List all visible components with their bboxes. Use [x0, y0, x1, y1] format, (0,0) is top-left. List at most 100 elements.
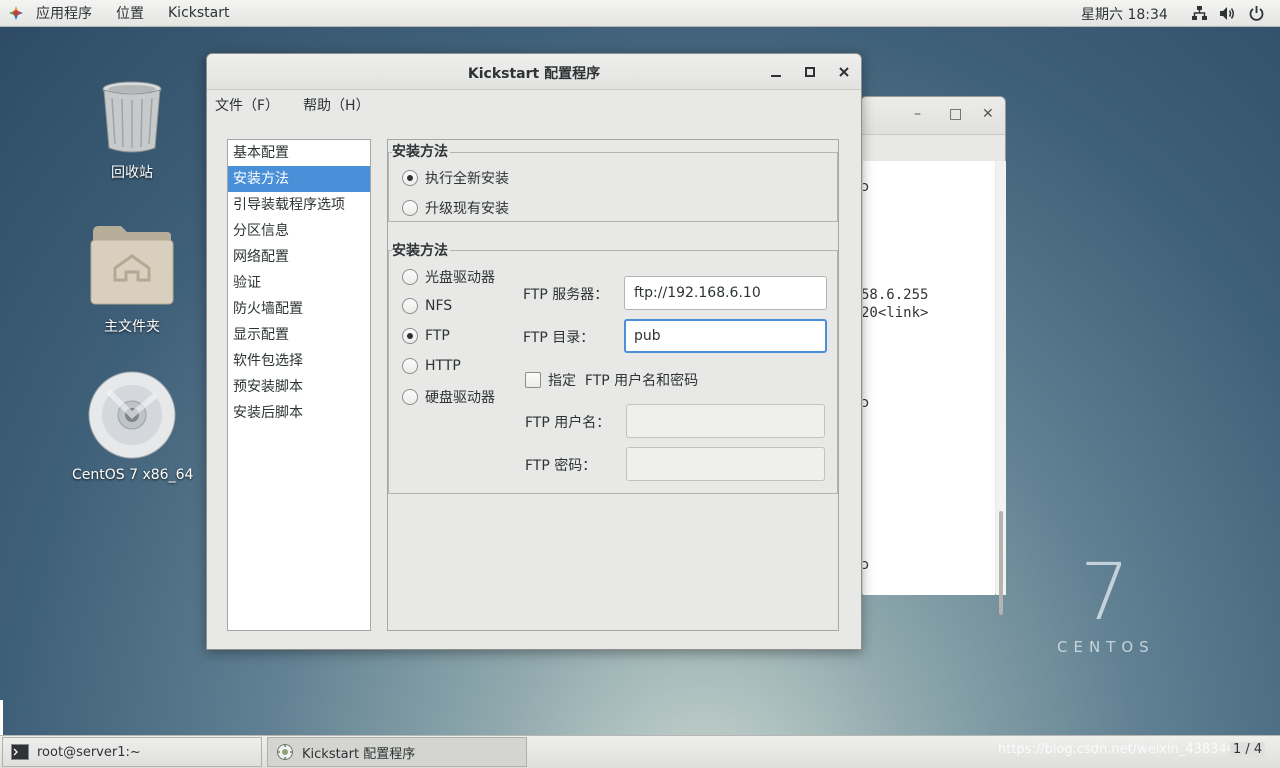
nav-item-auth[interactable]: 验证 [228, 270, 370, 296]
terminal-icon [11, 744, 29, 760]
watermark-url: https://blog.csdn.net/weixin_43834464 [998, 742, 1252, 757]
window-titlebar[interactable]: Kickstart 配置程序 [207, 54, 861, 90]
nav-item-network[interactable]: 网络配置 [228, 244, 370, 270]
radio-ftp[interactable]: FTP [402, 328, 450, 344]
nav-item-pre-script[interactable]: 预安装脚本 [228, 374, 370, 400]
radio-label: 光盘驱动器 [425, 270, 495, 286]
clock[interactable]: 星期六 18:34 [1081, 4, 1168, 24]
radio-label: HTTP [425, 358, 461, 374]
ftp-server-label: FTP 服务器： [523, 287, 609, 303]
radio-indicator[interactable] [402, 389, 418, 405]
radio-indicator[interactable] [402, 170, 418, 186]
close-icon [839, 67, 849, 77]
desktop-trash[interactable]: 回收站 [72, 80, 192, 182]
radio-indicator[interactable] [402, 358, 418, 374]
window-title: Kickstart 配置程序 [467, 66, 601, 82]
background-terminal-titlebar[interactable]: – □ ✕ [861, 97, 1005, 135]
ftp-username-input[interactable] [626, 404, 825, 438]
radio-label: 执行全新安装 [425, 171, 509, 187]
task-terminal[interactable]: root@server1:~ [2, 737, 262, 767]
terminal-line: ɔ [863, 395, 870, 411]
nav-item-basic[interactable]: 基本配置 [228, 140, 370, 166]
nav-item-display[interactable]: 显示配置 [228, 322, 370, 348]
maximize-icon[interactable]: □ [949, 106, 962, 122]
radio-label: 升级现有安装 [425, 201, 509, 217]
nav-item-firewall[interactable]: 防火墙配置 [228, 296, 370, 322]
left-edge-highlight [0, 700, 3, 735]
disc-icon [88, 371, 176, 459]
background-terminal-window[interactable]: – □ ✕ ɔ 58.6.255 20<link> ɔ ɔ [860, 96, 1006, 615]
desktop-home-folder[interactable]: 主文件夹 [72, 222, 192, 336]
radio-http[interactable]: HTTP [402, 358, 461, 374]
disc-label: CentOS 7 x86_64 [72, 467, 194, 483]
background-terminal-scrollbar[interactable] [996, 161, 1006, 615]
task-terminal-label: root@server1:~ [37, 744, 141, 760]
volume-icon[interactable] [1219, 5, 1236, 22]
ftp-directory-label: FTP 目录： [523, 330, 595, 346]
radio-indicator[interactable] [402, 328, 418, 344]
applications-menu[interactable]: 应用程序 [24, 3, 104, 23]
terminal-line: ɔ [863, 557, 870, 573]
section-list[interactable]: 基本配置 安装方法 引导装载程序选项 分区信息 网络配置 验证 防火墙配置 显示… [227, 139, 371, 631]
radio-indicator[interactable] [402, 269, 418, 285]
workspace-pager[interactable]: 1 / 4 [1230, 742, 1266, 757]
terminal-line: ɔ [863, 179, 870, 195]
ftp-auth-checkbox-label: 指定 FTP 用户名和密码 [548, 373, 699, 389]
minimize-button[interactable] [766, 62, 786, 82]
radio-indicator[interactable] [402, 298, 418, 314]
radio-new-install[interactable]: 执行全新安装 [402, 168, 509, 188]
install-method-frame-label: 安装方法 [392, 240, 450, 260]
radio-indicator[interactable] [402, 200, 418, 216]
background-terminal-output[interactable]: ɔ 58.6.255 20<link> ɔ ɔ [863, 161, 995, 595]
radio-cdrom[interactable]: 光盘驱动器 [402, 267, 495, 287]
centos-brand-word: CENTOS [1057, 638, 1155, 656]
terminal-line: 20<link> [863, 305, 929, 321]
ftp-directory-input[interactable]: pub [624, 319, 827, 353]
radio-nfs[interactable]: NFS [402, 298, 452, 314]
minimize-icon[interactable]: – [914, 106, 921, 122]
nav-item-post-script[interactable]: 安装后脚本 [228, 400, 370, 426]
ftp-password-input[interactable] [626, 447, 825, 481]
centos-brand-number: 7 [1080, 548, 1130, 638]
trash-icon [102, 81, 162, 153]
close-icon[interactable]: ✕ [982, 106, 994, 122]
radio-label: FTP [425, 328, 450, 344]
file-menu[interactable]: 文件（F） [207, 95, 287, 115]
ftp-auth-checkbox-row[interactable]: 指定 FTP 用户名和密码 [525, 370, 698, 390]
nav-item-install-method[interactable]: 安装方法 [228, 166, 370, 192]
minimize-icon [771, 75, 781, 77]
radio-hard-drive[interactable]: 硬盘驱动器 [402, 387, 495, 407]
ftp-username-label: FTP 用户名： [525, 415, 611, 431]
nav-item-bootloader[interactable]: 引导装载程序选项 [228, 192, 370, 218]
trash-label: 回收站 [111, 165, 153, 181]
ftp-server-input[interactable]: ftp://192.168.6.10 [624, 276, 827, 310]
kickstart-window: Kickstart 配置程序 文件（F） 帮助（H） 基本配置 安装方法 引导装… [206, 53, 862, 650]
radio-upgrade[interactable]: 升级现有安装 [402, 198, 509, 218]
network-icon[interactable] [1191, 5, 1208, 22]
top-bar: 应用程序 位置 Kickstart 星期六 18:34 [0, 0, 1280, 27]
maximize-button[interactable] [800, 62, 820, 82]
task-kickstart-label: Kickstart 配置程序 [302, 746, 416, 762]
home-folder-label: 主文件夹 [104, 319, 160, 335]
home-folder-icon [90, 226, 174, 305]
nav-item-packages[interactable]: 软件包选择 [228, 348, 370, 374]
places-menu[interactable]: 位置 [104, 3, 156, 23]
active-app-menu[interactable]: Kickstart [156, 5, 241, 21]
applications-icon[interactable] [8, 5, 24, 21]
ftp-auth-checkbox[interactable] [525, 372, 541, 388]
ftp-password-label: FTP 密码： [525, 458, 597, 474]
help-menu[interactable]: 帮助（H） [295, 95, 378, 115]
taskbar: root@server1:~ Kickstart 配置程序 https://bl… [0, 735, 1280, 768]
terminal-line: 58.6.255 [863, 287, 929, 303]
radio-label: NFS [425, 298, 453, 314]
kickstart-app-icon [277, 744, 293, 760]
menu-bar: 文件（F） 帮助（H） [207, 90, 861, 120]
task-kickstart[interactable]: Kickstart 配置程序 [267, 737, 527, 767]
power-icon[interactable] [1248, 5, 1265, 22]
nav-item-partition[interactable]: 分区信息 [228, 218, 370, 244]
settings-panel: 安装方法 执行全新安装 升级现有安装 安装方法 光盘驱动器 NFS FTP HT… [387, 139, 839, 631]
maximize-icon [805, 67, 815, 77]
install-type-frame-label: 安装方法 [392, 141, 450, 161]
close-button[interactable] [834, 62, 854, 82]
desktop-disc[interactable]: CentOS 7 x86_64 [72, 371, 194, 483]
